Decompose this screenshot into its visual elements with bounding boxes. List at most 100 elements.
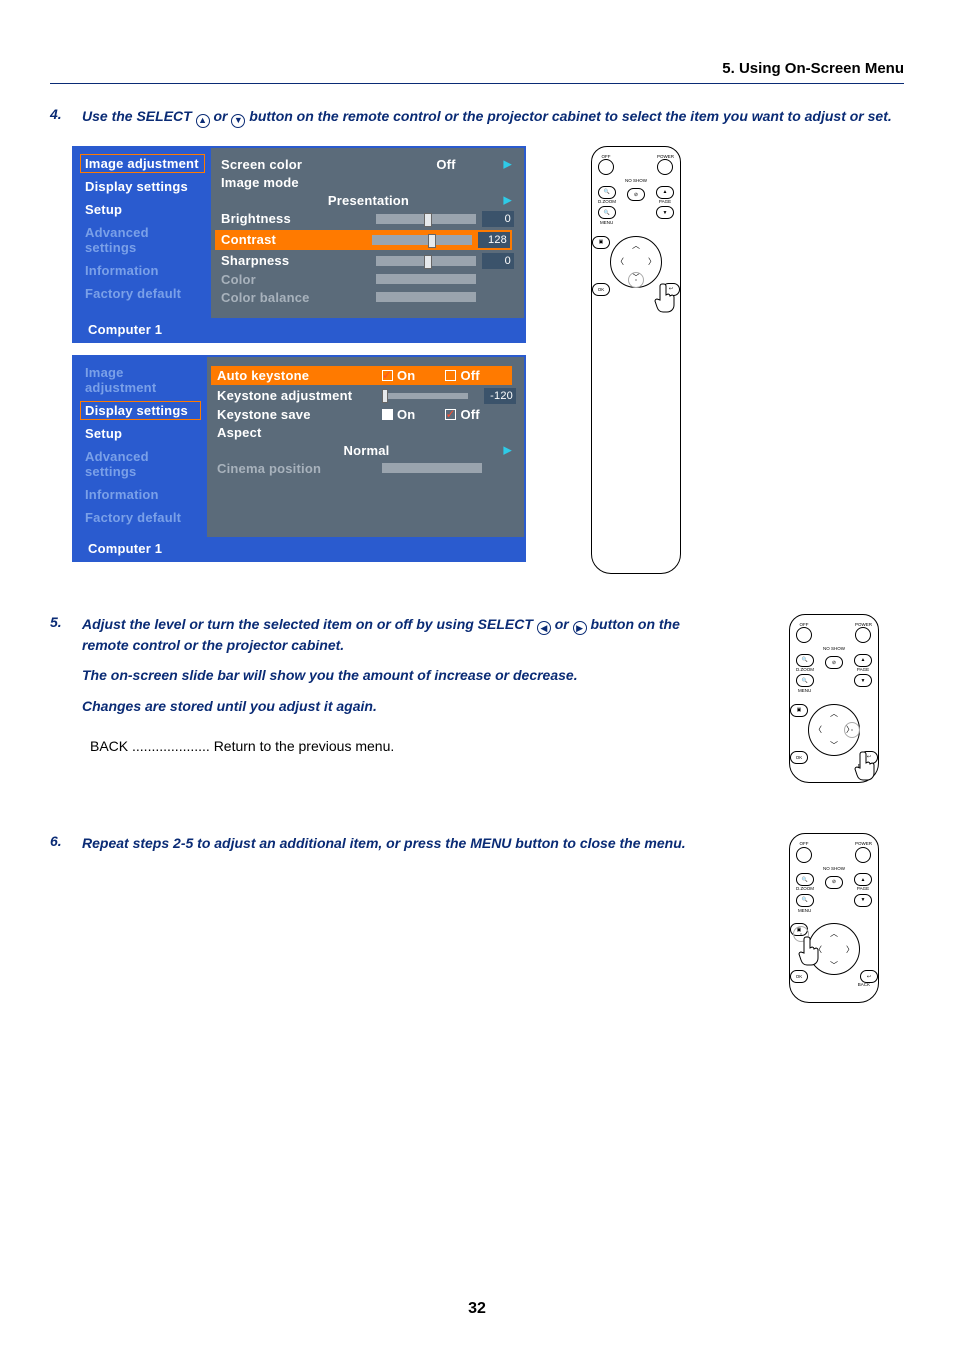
brightness-label: Brightness [221, 211, 366, 226]
dpad-up-icon: ︿ [827, 926, 841, 940]
keystone-adj-slider [382, 389, 468, 403]
osd-body: Auto keystone On Off Keystone adjustment… [207, 357, 524, 537]
power-button-icon [657, 159, 673, 175]
brightness-slider: 0 [376, 211, 516, 227]
step-text: Use the SELECT ▲ or ▼ button on the remo… [82, 106, 892, 128]
page-up-icon: ▲ [854, 654, 872, 667]
t: Use the SELECT [82, 108, 196, 124]
zoom-in-icon: 🔍 [598, 186, 616, 199]
dpad-icon: ︿ ﹀ 〈 〉 [808, 704, 860, 756]
screen-color-label: Screen color [221, 157, 366, 172]
sidebar-item: Display settings [80, 401, 201, 420]
zoom-out-icon: 🔍 [598, 206, 616, 219]
osd-sidebar: Image adjustment Display settings Setup … [74, 357, 207, 537]
hand-pointer-icon [798, 935, 822, 967]
back-button-icon: ↩ [860, 970, 878, 983]
remote-control-illustration-3: OFF POWER NO SHOW 🔍D.ZOOM ⊘ ▲PAGE 🔍 ▼ ME… [789, 833, 879, 1003]
zoom-in-icon: 🔍 [796, 873, 814, 886]
t: or [213, 108, 231, 124]
color-slider [376, 274, 516, 284]
remote-control-illustration-1: OFF POWER NO SHOW 🔍D.ZOOM ⊘ ▲PAGE 🔍 [591, 146, 681, 574]
page-label: PAGE [659, 200, 671, 205]
checkbox-on-icon [445, 409, 456, 420]
sidebar-item: Image adjustment [80, 154, 205, 173]
hand-pointer-icon [854, 750, 878, 782]
page-down-icon: ▼ [854, 674, 872, 687]
left-arrow-icon: ◀ [537, 621, 551, 635]
dzoom-label: D.ZOOM [796, 668, 814, 673]
chevron-right-icon: ▶ [503, 194, 512, 207]
page-label: PAGE [857, 668, 869, 673]
highlight-glow-icon [623, 267, 649, 293]
noshow-label: NO SHOW [598, 179, 674, 184]
keystone-save-off: Off [445, 407, 479, 422]
remote-control-illustration-2: OFF POWER NO SHOW 🔍D.ZOOM ⊘ ▲PAGE 🔍 ▼ ME… [789, 614, 879, 784]
color-balance-slider [376, 292, 516, 302]
osd-display-settings: Image adjustment Display settings Setup … [72, 355, 526, 562]
dzoom-label: D.ZOOM [598, 200, 616, 205]
osd-footer: Computer 1 [74, 318, 524, 341]
auto-keystone-on: On [382, 368, 415, 383]
color-label: Color [221, 272, 366, 287]
cinema-position-label: Cinema position [217, 461, 372, 476]
keystone-save-label: Keystone save [217, 407, 372, 422]
aspect-value: Normal [217, 443, 516, 458]
page-number: 32 [0, 1300, 954, 1318]
step-text: Changes are stored until you adjust it a… [82, 696, 724, 716]
sharpness-slider: 0 [376, 253, 516, 269]
sidebar-item: Factory default [80, 508, 201, 527]
checkbox-off-icon [382, 409, 393, 420]
contrast-value: 128 [478, 232, 510, 248]
osd-sidebar: Image adjustment Display settings Setup … [74, 148, 211, 318]
step-number: 6. [50, 833, 72, 853]
dpad-right-icon: 〉 [843, 942, 857, 956]
sidebar-item: Display settings [80, 177, 205, 196]
sidebar-item: Advanced settings [80, 223, 205, 257]
zoom-in-icon: 🔍 [796, 654, 814, 667]
chevron-right-icon: ▶ [503, 158, 512, 171]
sharpness-label: Sharpness [221, 253, 366, 268]
page-up-icon: ▲ [854, 873, 872, 886]
step-5: 5. Adjust the level or turn the selected… [50, 614, 724, 754]
dpad-left-icon: 〈 [811, 723, 825, 737]
step-number: 5. [50, 614, 72, 754]
menu-label: MENU [798, 689, 872, 694]
power-label: POWER [855, 842, 872, 847]
zoom-out-icon: 🔍 [796, 894, 814, 907]
osd-image-adjustment: Image adjustment Display settings Setup … [72, 146, 526, 343]
auto-keystone-off: Off [445, 368, 479, 383]
sidebar-item: Setup [80, 424, 201, 443]
ok-button-icon: OK [592, 283, 610, 296]
hand-pointer-icon [654, 282, 678, 314]
sidebar-item: Setup [80, 200, 205, 219]
image-mode-label: Image mode [221, 175, 366, 190]
step-text: The on-screen slide bar will show you th… [82, 665, 724, 685]
sidebar-item: Image adjustment [80, 363, 201, 397]
menu-button-icon: ▣ [790, 704, 808, 717]
off-button-icon [796, 627, 812, 643]
back-note: BACK .................... Return to the … [90, 738, 724, 754]
step-4: 4. Use the SELECT ▲ or ▼ button on the r… [50, 106, 904, 128]
dpad-up-icon: ︿ [629, 239, 643, 253]
osd-body: Screen color Off ▶ Image mode Presentati… [211, 148, 524, 318]
keystone-save-on: On [382, 407, 415, 422]
menu-label: MENU [600, 221, 674, 226]
up-arrow-icon: ▲ [196, 114, 210, 128]
dpad-icon: ︿ ﹀ 〈 〉 [610, 236, 662, 288]
off-label: OFF [800, 842, 809, 847]
brightness-value: 0 [482, 211, 514, 227]
keystone-adj-label: Keystone adjustment [217, 388, 372, 403]
noshow-button-icon: ⊘ [825, 876, 843, 889]
sidebar-item: Information [80, 485, 201, 504]
aspect-label: Aspect [217, 425, 372, 440]
image-mode-value: Presentation [221, 193, 516, 208]
screen-color-value: Off [376, 157, 516, 172]
dpad-down-icon: ﹀ [827, 958, 841, 972]
page-up-icon: ▲ [656, 186, 674, 199]
down-arrow-icon: ▼ [231, 114, 245, 128]
sidebar-item: Factory default [80, 284, 205, 303]
highlight-glow-icon [839, 717, 865, 743]
ok-button-icon: OK [790, 751, 808, 764]
page-down-icon: ▼ [656, 206, 674, 219]
noshow-label: NO SHOW [796, 647, 872, 652]
